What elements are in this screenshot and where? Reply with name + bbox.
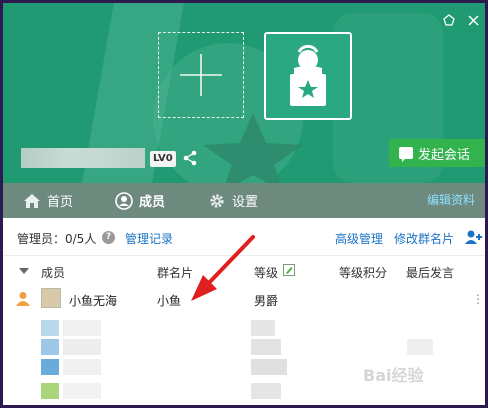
add-photo-button[interactable] — [158, 32, 244, 118]
row-more-icon[interactable]: ⋮ — [472, 292, 484, 306]
start-chat-button[interactable]: 发起会话 — [389, 139, 485, 167]
red-arrow-annotation — [191, 235, 255, 301]
column-header-points[interactable]: 等级积分 — [339, 264, 387, 281]
tab-settings[interactable]: 设置 — [208, 183, 258, 218]
edit-group-card-link[interactable]: 修改群名片 — [394, 230, 454, 247]
tab-home-label: 首页 — [47, 195, 74, 210]
home-icon — [24, 193, 40, 208]
gear-icon — [210, 193, 224, 208]
tab-members-label: 成员 — [139, 195, 166, 210]
group-name-blurred — [21, 148, 145, 168]
member-role-icon — [16, 292, 30, 306]
group-avatar-icon — [290, 44, 326, 106]
plus-icon — [180, 54, 222, 96]
tab-home[interactable]: 首页 — [23, 183, 73, 218]
avatar[interactable] — [41, 288, 61, 308]
member-name: 小鱼无海 — [69, 294, 118, 308]
start-chat-label: 发起会话 — [418, 147, 471, 163]
level-badge: LV0 — [150, 151, 176, 167]
edit-profile-link[interactable]: 编辑资料 — [427, 183, 475, 218]
column-header-last-speak[interactable]: 最后发言 — [406, 264, 454, 281]
advanced-manage-link[interactable]: 高级管理 — [335, 230, 383, 247]
group-nav-bar: 首页 成员 设置 编辑资料 — [3, 183, 485, 218]
collapse-triangle-icon[interactable] — [19, 268, 29, 274]
edit-pencil-icon[interactable] — [283, 264, 295, 276]
column-header-member[interactable]: 成员 — [41, 264, 65, 281]
help-icon[interactable]: ? — [102, 231, 115, 244]
member-card: 小鱼 — [157, 294, 182, 308]
chat-bubble-icon — [399, 147, 413, 162]
group-avatar[interactable] — [264, 32, 352, 120]
watermark: Bai经验 — [363, 366, 424, 385]
close-icon[interactable] — [461, 9, 485, 31]
tab-members[interactable]: 成员 — [115, 183, 165, 218]
admin-count: 管理员：0/5人 — [17, 232, 97, 246]
add-member-icon[interactable] — [465, 229, 483, 245]
star-decoration-icon — [203, 113, 303, 183]
share-icon[interactable] — [183, 150, 197, 166]
window-controls — [437, 9, 485, 31]
tab-settings-label: 设置 — [232, 195, 259, 210]
group-banner: LV0 发起会话 — [3, 3, 485, 183]
group-window: LV0 发起会话 首页 成员 设置 编辑资料 管理员：0/5人 ? 管理记录 高… — [3, 3, 485, 405]
person-icon — [115, 191, 133, 210]
admin-log-link[interactable]: 管理记录 — [125, 230, 173, 247]
skin-icon[interactable] — [437, 9, 461, 31]
